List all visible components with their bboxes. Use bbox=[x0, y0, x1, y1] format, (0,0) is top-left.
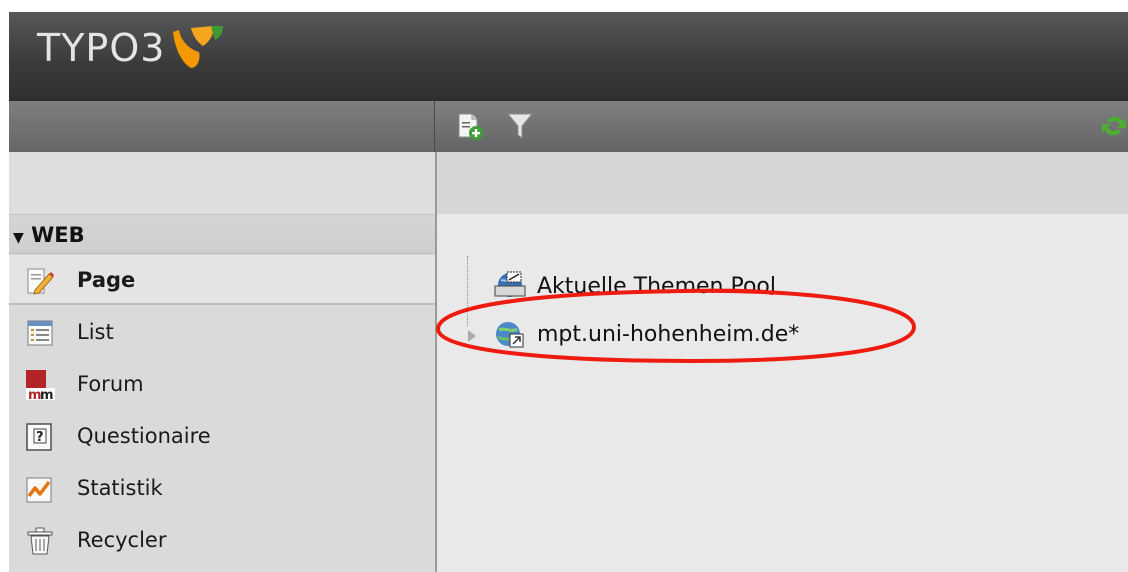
module-item-label: Forum bbox=[77, 372, 144, 396]
module-group-web[interactable]: ▼ WEB bbox=[9, 214, 435, 254]
page-edit-icon bbox=[27, 268, 54, 295]
module-menu: ▼ WEB Page List m m Forum ? Questionaire… bbox=[9, 152, 437, 572]
collapse-triangle-icon: ▼ bbox=[13, 230, 24, 246]
module-item-questionaire[interactable]: ? Questionaire bbox=[9, 411, 435, 461]
module-item-label: Page bbox=[77, 268, 136, 292]
module-item-recycler[interactable]: Recycler bbox=[9, 515, 435, 565]
globe-storage-icon bbox=[494, 271, 526, 297]
list-icon bbox=[27, 320, 53, 346]
tree-node-label: mpt.uni-hohenheim.de* bbox=[537, 322, 800, 347]
tree-connector bbox=[467, 256, 468, 326]
docheader-bar bbox=[9, 100, 1128, 153]
question-icon: ? bbox=[26, 423, 52, 451]
forum-mm-icon: m m bbox=[26, 370, 55, 400]
svg-text:?: ? bbox=[36, 430, 44, 445]
expand-triangle-icon[interactable] bbox=[467, 330, 477, 342]
module-item-label: Questionaire bbox=[77, 424, 211, 448]
module-menu-top-spacer bbox=[9, 152, 435, 214]
module-item-forum[interactable]: m m Forum bbox=[9, 359, 435, 409]
typo3-logo-text: TYPO3 bbox=[37, 26, 166, 70]
filter-icon[interactable] bbox=[505, 111, 535, 141]
globe-shortcut-icon bbox=[496, 322, 524, 348]
module-item-label: Recycler bbox=[77, 528, 167, 552]
typo3-backend: TYPO3 ▼ WEB Page List m m Forum ? Questi… bbox=[9, 12, 1128, 572]
page-tree-header-strip bbox=[437, 152, 1128, 214]
top-header: TYPO3 bbox=[9, 12, 1128, 100]
typo3-logo-icon bbox=[173, 26, 223, 68]
refresh-icon[interactable] bbox=[1099, 111, 1128, 141]
module-item-label: List bbox=[77, 320, 114, 344]
page-tree-panel: Aktuelle Themen Pool mpt.uni-hohenheim.d… bbox=[437, 152, 1128, 572]
module-item-statistik[interactable]: Statistik bbox=[9, 463, 435, 513]
trash-icon bbox=[27, 527, 53, 555]
module-item-list[interactable]: List bbox=[9, 307, 435, 357]
svg-text:m: m bbox=[40, 388, 54, 400]
module-menu-header bbox=[9, 101, 435, 153]
module-item-label: Statistik bbox=[77, 476, 163, 500]
module-item-page[interactable]: Page bbox=[9, 255, 435, 305]
page-add-icon[interactable] bbox=[455, 111, 485, 141]
module-group-label: WEB bbox=[31, 223, 85, 247]
statistics-icon bbox=[26, 477, 52, 503]
tree-node-label: Aktuelle Themen Pool bbox=[537, 274, 776, 299]
